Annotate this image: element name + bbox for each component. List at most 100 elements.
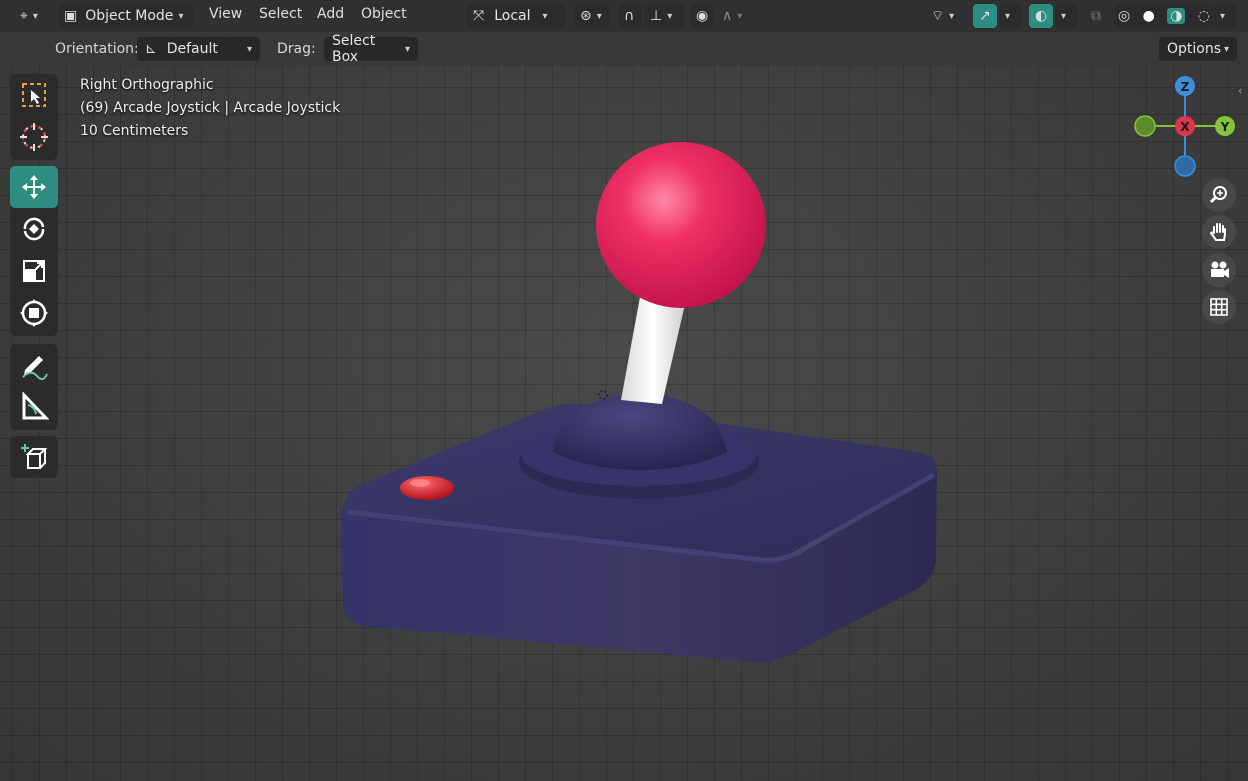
orientation-value: Default	[166, 41, 218, 57]
pivot-point-dropdown[interactable]: ⊛ ▾	[574, 4, 610, 28]
transform-icon	[20, 299, 48, 327]
chevron-down-icon: ▾	[404, 43, 410, 55]
move-icon	[22, 175, 46, 199]
tool-annotate[interactable]	[10, 344, 58, 386]
chevron-down-icon: ▾	[1220, 10, 1226, 22]
menu-add[interactable]: Add	[317, 6, 344, 22]
tool-measure[interactable]	[10, 386, 58, 428]
red-button	[400, 476, 454, 500]
proportional-editing-toggle[interactable]: ◉	[690, 4, 714, 28]
gizmo-neg-z[interactable]	[1174, 155, 1196, 177]
overlays-icon: ◐	[1035, 8, 1048, 24]
object-type-visibility-dropdown[interactable]: ⌔ ▾	[925, 4, 965, 28]
object-info: (69) Arcade Joystick | Arcade Joystick	[80, 100, 341, 116]
solid-shading-icon[interactable]: ●	[1143, 8, 1155, 24]
arcade-joystick-model[interactable]	[0, 0, 1248, 781]
chevron-down-icon: ▾	[1061, 10, 1067, 22]
gizmo-x-label: X	[1180, 120, 1190, 134]
mode-label: Object Mode	[85, 8, 174, 24]
chevron-down-icon: ▾	[178, 10, 184, 22]
gizmo-neg-y[interactable]	[1134, 115, 1156, 137]
camera-icon	[1211, 261, 1229, 278]
chevron-down-icon: ▾	[246, 43, 252, 55]
orientation-icon: ⤧	[473, 8, 485, 24]
falloff-curve-icon: ∧	[722, 8, 733, 24]
rendered-shading-icon[interactable]: ◌	[1198, 8, 1210, 24]
select-box-icon	[22, 83, 46, 107]
chevron-down-icon: ▾	[737, 10, 743, 22]
annotate-icon	[22, 356, 48, 380]
navigation-gizmo[interactable]: Z Y X	[1130, 72, 1240, 182]
toolbar-group-annotate	[10, 344, 58, 430]
visibility-icon: ⌔	[931, 8, 945, 24]
measure-icon	[22, 392, 49, 420]
menu-view[interactable]: View	[209, 6, 242, 22]
rotate-icon	[23, 217, 45, 241]
editor-type-button[interactable]: ⌖ ▾	[14, 4, 50, 28]
object-mode-icon: ▣	[64, 8, 78, 24]
view-name: Right Orthographic	[80, 77, 214, 93]
pivot-icon: ⊛	[580, 8, 592, 24]
magnet-icon: ∩	[624, 8, 635, 24]
zoom-button[interactable]	[1202, 178, 1236, 212]
chevron-down-icon: ▾	[1005, 10, 1011, 22]
3d-viewport[interactable]	[0, 0, 1248, 781]
hand-icon	[1209, 223, 1226, 241]
options-label: Options	[1167, 41, 1222, 57]
camera-view-button[interactable]	[1202, 253, 1236, 287]
tool-cursor[interactable]	[10, 116, 58, 158]
chevron-down-icon: ▾	[1223, 43, 1229, 55]
toolbar-group-transform	[10, 166, 58, 336]
overlays-toggle[interactable]: ◐	[1029, 4, 1053, 28]
menu-select[interactable]: Select	[259, 6, 302, 22]
options-dropdown[interactable]: Options ▾	[1159, 37, 1237, 61]
ortho-toggle-button[interactable]	[1202, 290, 1236, 324]
drag-dropdown[interactable]: Select Box ▾	[324, 33, 418, 65]
add-cube-icon	[21, 444, 48, 469]
snap-target-dropdown[interactable]: ⊥ ▾	[644, 4, 684, 28]
mode-dropdown[interactable]: ▣ Object Mode ▾	[58, 4, 193, 28]
orientation-dropdown[interactable]: ⊾ Default ▾	[137, 37, 260, 61]
grid-icon	[1210, 298, 1228, 316]
pivot-label: Local	[494, 8, 531, 24]
toolbar-group-add	[10, 436, 58, 478]
tool-move[interactable]	[10, 166, 58, 208]
orientation-axes-icon: ⊾	[145, 41, 157, 57]
object-origin	[598, 390, 608, 400]
cursor-icon	[20, 123, 48, 151]
overlays-dropdown[interactable]: ▾	[1055, 4, 1077, 28]
chevron-down-icon: ▾	[949, 10, 955, 22]
falloff-dropdown[interactable]: ∧ ▾	[716, 4, 754, 28]
drag-label: Drag:	[277, 41, 316, 57]
snap-toggle[interactable]: ∩	[618, 4, 642, 28]
sidebar-toggle-icon[interactable]: ‹	[1238, 84, 1248, 98]
shading-mode-group: ◎ ● ◑ ◌	[1115, 4, 1213, 28]
tool-scale[interactable]	[10, 250, 58, 292]
menu-object[interactable]: Object	[361, 6, 407, 22]
material-preview-icon[interactable]: ◑	[1167, 8, 1186, 24]
editor-type-icon: ⌖	[20, 8, 28, 24]
orientation-label: Orientation:	[55, 41, 139, 57]
tool-add-cube[interactable]	[10, 436, 58, 478]
tool-rotate[interactable]	[10, 208, 58, 250]
grid-scale: 10 Centimeters	[80, 123, 189, 139]
gizmo-dropdown[interactable]: ▾	[999, 4, 1021, 28]
xray-icon: ⧉	[1091, 8, 1101, 24]
snap-increment-icon: ⊥	[650, 8, 663, 24]
tool-transform[interactable]	[10, 292, 58, 334]
xray-toggle[interactable]: ⧉	[1085, 4, 1109, 28]
tool-select-box[interactable]	[10, 74, 58, 116]
transform-orientation-dropdown[interactable]: ⤧ Local ▾	[467, 4, 565, 28]
shading-dropdown[interactable]: ▾	[1214, 4, 1236, 28]
chevron-down-icon: ▾	[667, 10, 673, 22]
gizmo-y-label: Y	[1220, 120, 1230, 134]
zoom-icon	[1209, 186, 1227, 204]
chevron-down-icon: ▾	[596, 10, 602, 22]
wireframe-shading-icon[interactable]: ◎	[1118, 8, 1130, 24]
pan-button[interactable]	[1202, 215, 1236, 249]
toolbar-group-select	[10, 74, 58, 160]
drag-value: Select Box	[332, 33, 376, 65]
chevron-down-icon: ▾	[542, 10, 548, 22]
gizmo-icon: ↗	[979, 8, 991, 24]
gizmo-toggle[interactable]: ↗	[973, 4, 997, 28]
